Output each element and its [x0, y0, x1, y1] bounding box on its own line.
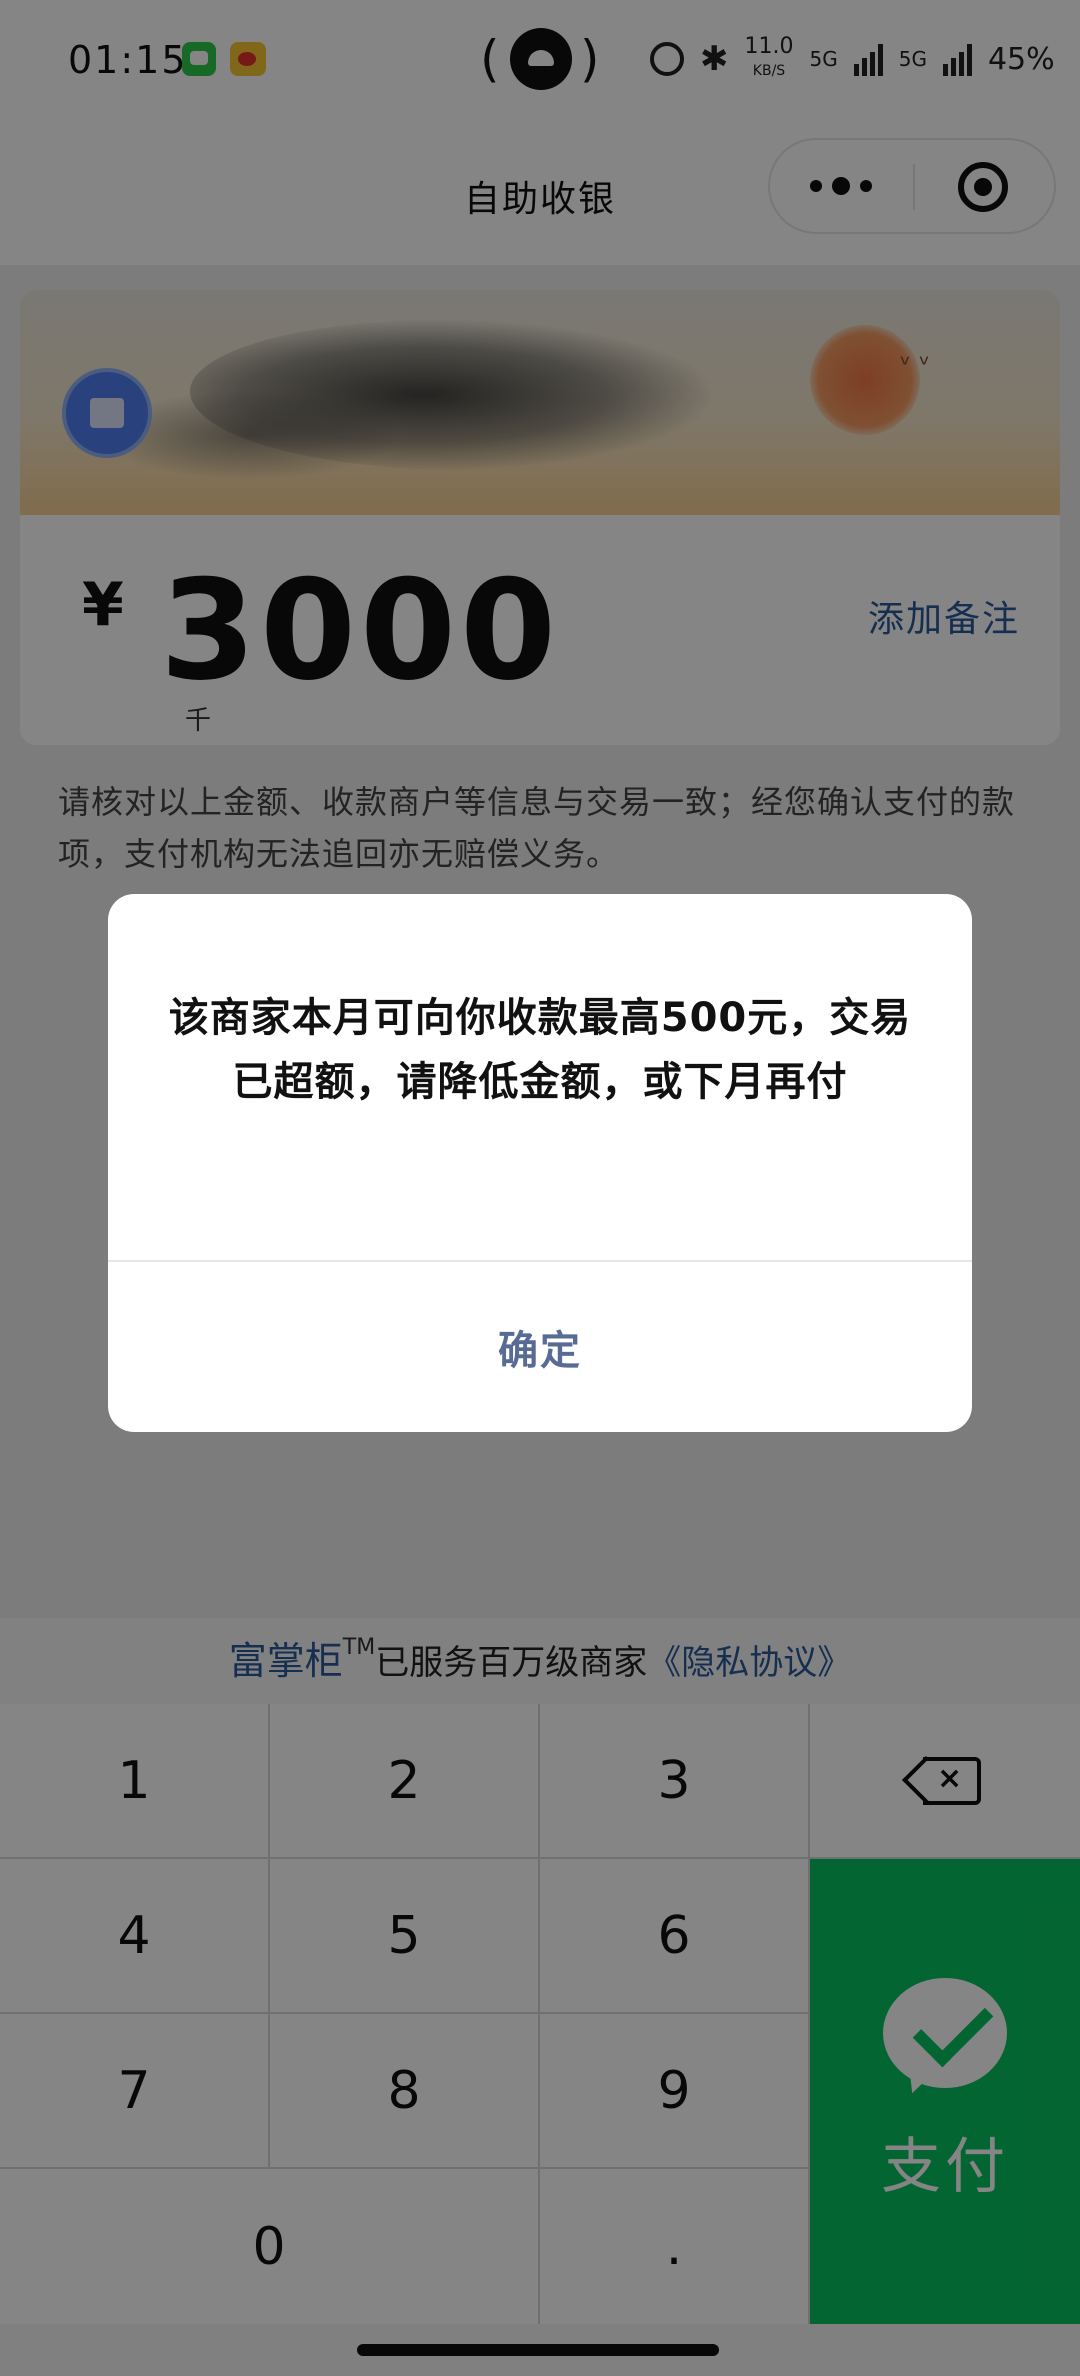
dialog-message: 该商家本月可向你收款最高500元，交易已超额，请降低金额，或下月再付 [168, 995, 912, 1105]
limit-exceeded-dialog: 该商家本月可向你收款最高500元，交易已超额，请降低金额，或下月再付 确定 [108, 894, 972, 1432]
confirm-button[interactable]: 确定 [108, 1262, 972, 1432]
